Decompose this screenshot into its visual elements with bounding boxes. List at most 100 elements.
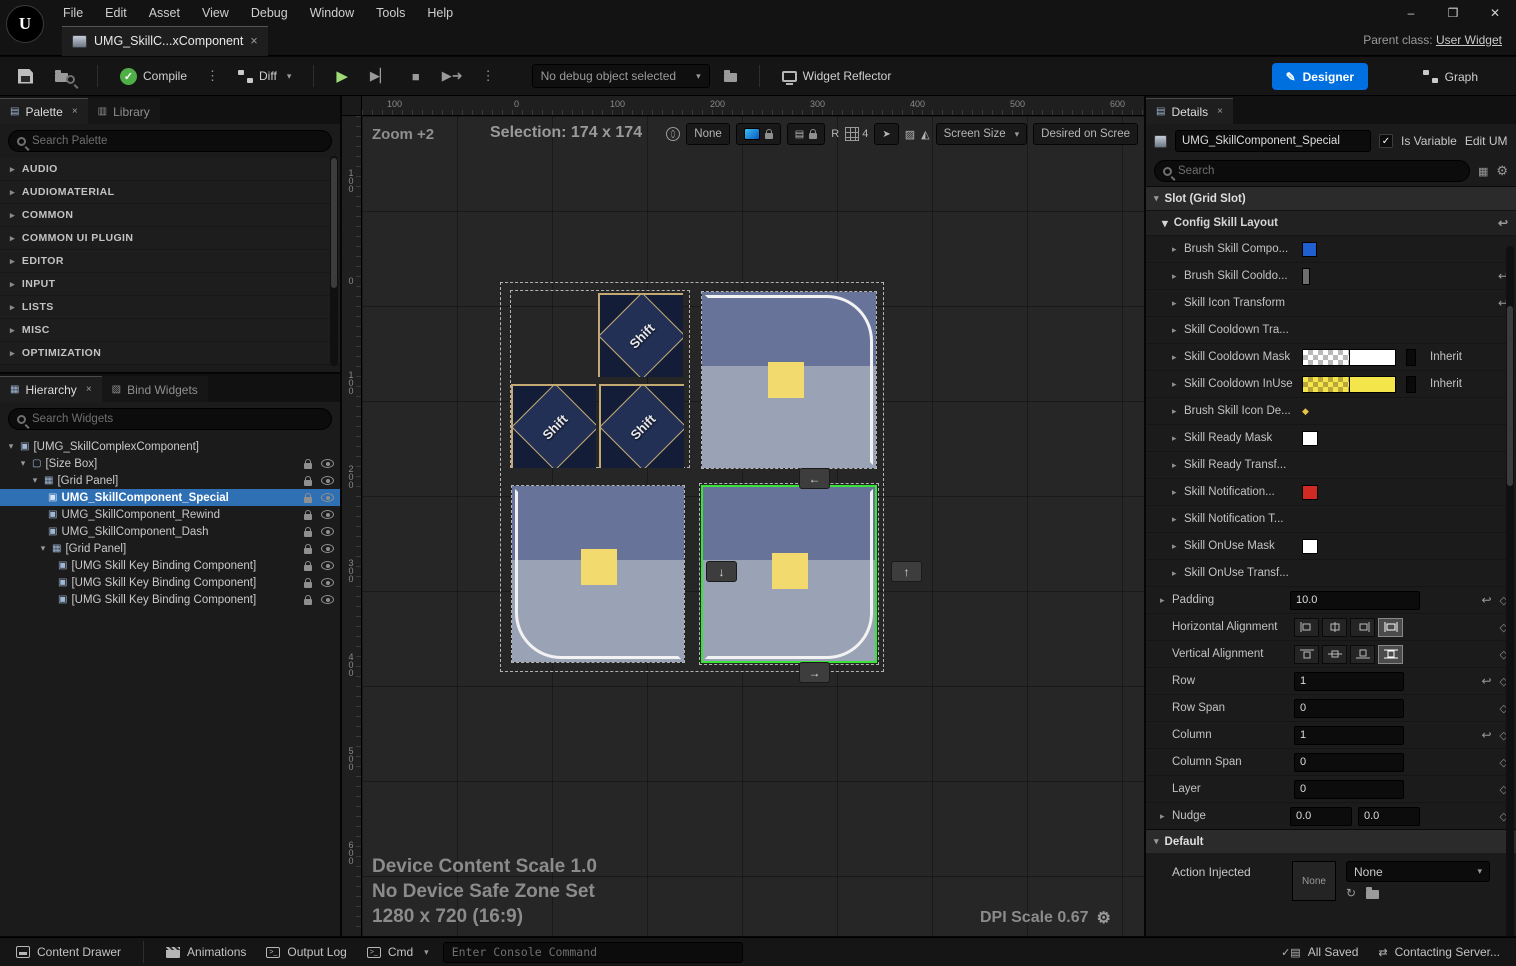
reset-icon[interactable]: ↩ [1481, 674, 1491, 688]
key-binding-widget-shift-1[interactable]: Shift [598, 293, 683, 377]
color-lock-toggle[interactable] [736, 123, 781, 145]
design-surface[interactable]: Shift Shift Shift ← ↓ ↑ → [362, 116, 1144, 936]
launch-button[interactable]: ▶➜ [434, 64, 471, 88]
valign-middle-button[interactable] [1322, 645, 1347, 664]
visibility-icon[interactable] [321, 476, 334, 485]
property-skill-notification[interactable]: ▸Skill Notification... [1146, 478, 1516, 505]
color-swatch-red[interactable] [1302, 485, 1318, 500]
property-skill-cooldown-inuse[interactable]: ▸Skill Cooldown InUse Inherit [1146, 370, 1516, 397]
menu-help[interactable]: Help [416, 0, 464, 26]
key-binding-widget-shift-3[interactable]: Shift [599, 384, 684, 468]
palette-search-input[interactable] [32, 135, 323, 147]
palette-tab-close-icon[interactable]: × [72, 106, 78, 117]
minimize-button[interactable]: – [1390, 0, 1432, 26]
halign-center-button[interactable] [1322, 618, 1347, 637]
tab-palette[interactable]: ▤ Palette × [0, 98, 88, 124]
palette-category-input[interactable]: ▸INPUT [0, 273, 340, 296]
tab-details[interactable]: ▤ Details × [1146, 98, 1233, 124]
valign-fill-button[interactable] [1378, 645, 1403, 664]
all-saved-status[interactable]: ✓▤ All Saved [1275, 945, 1364, 959]
lock-icon[interactable] [304, 531, 312, 537]
visibility-icon[interactable] [321, 510, 334, 519]
details-tab-close-icon[interactable]: × [1217, 106, 1223, 117]
property-skill-onuse-transform[interactable]: ▸Skill OnUse Transf... [1146, 559, 1516, 586]
reset-icon[interactable]: ↩ [1481, 593, 1491, 607]
debug-browse-button[interactable] [716, 66, 745, 86]
tree-row-size-box[interactable]: ▾▢ [Size Box] [0, 455, 340, 472]
output-log-button[interactable]: >_ Output Log [260, 945, 352, 959]
property-row-span[interactable]: Row Span ◇ [1146, 694, 1516, 721]
menu-view[interactable]: View [191, 0, 240, 26]
property-skill-cooldown-transform[interactable]: ▸Skill Cooldown Tra... [1146, 316, 1516, 343]
preview-background-button[interactable]: ▨ [905, 128, 915, 141]
diff-button[interactable]: Diff ▾ [230, 65, 299, 87]
action-injected-thumbnail[interactable]: None [1292, 861, 1336, 901]
browse-asset-button[interactable] [47, 65, 83, 88]
widget-name-input[interactable] [1175, 130, 1371, 152]
menu-tools[interactable]: Tools [365, 0, 416, 26]
row-input[interactable] [1294, 672, 1404, 691]
frame-skip-button[interactable]: ▶▏ [362, 64, 398, 88]
grid-snap-button[interactable]: 4 [845, 127, 868, 141]
layer-input[interactable] [1294, 780, 1404, 799]
property-vertical-alignment[interactable]: Vertical Alignment ◇ [1146, 640, 1516, 667]
column-input[interactable] [1294, 726, 1404, 745]
content-drawer-button[interactable]: Content Drawer [10, 945, 127, 959]
palette-category-editor[interactable]: ▸EDITOR [0, 250, 340, 273]
debug-object-dropdown[interactable]: No debug object selected ▾ [532, 64, 710, 88]
menu-edit[interactable]: Edit [94, 0, 138, 26]
property-brush-skill-component[interactable]: ▸Brush Skill Compo... [1146, 235, 1516, 262]
visibility-icon[interactable] [321, 459, 334, 468]
designer-canvas[interactable]: Shift Shift Shift ← ↓ ↑ → [342, 96, 1144, 936]
details-settings-gear-icon[interactable]: ⚙ [1496, 163, 1508, 179]
desired-size-dropdown[interactable]: Desired on Scree [1033, 123, 1138, 145]
stop-button[interactable]: ■ [404, 65, 428, 88]
palette-scrollbar[interactable] [330, 156, 338, 366]
hierarchy-search-input[interactable] [32, 413, 323, 425]
hierarchy-search[interactable] [8, 408, 332, 430]
animations-button[interactable]: Animations [160, 945, 252, 959]
tree-row-key-binding-1[interactable]: ▣ [UMG Skill Key Binding Component] [0, 557, 340, 574]
property-skill-ready-mask[interactable]: ▸Skill Ready Mask [1146, 424, 1516, 451]
action-injected-dropdown[interactable]: None ▾ [1346, 861, 1490, 882]
save-button[interactable] [10, 65, 41, 88]
details-search-input[interactable] [1178, 165, 1461, 177]
cmd-dropdown[interactable]: >_ Cmd ▾ [361, 945, 435, 959]
tree-row-skillcomponent-special[interactable]: ▣ UMG_SkillComponent_Special [0, 489, 340, 506]
menu-file[interactable]: File [52, 0, 94, 26]
palette-category-common[interactable]: ▸COMMON [0, 204, 340, 227]
visibility-icon[interactable] [321, 493, 334, 502]
property-skill-onuse-mask[interactable]: ▸Skill OnUse Mask [1146, 532, 1516, 559]
tree-row-skillcomponent-rewind[interactable]: ▣ UMG_SkillComponent_Rewind [0, 506, 340, 523]
palette-category-optimization[interactable]: ▸OPTIMIZATION [0, 342, 340, 365]
column-span-input[interactable] [1294, 753, 1404, 772]
graph-mode-button[interactable]: Graph [1413, 63, 1488, 90]
palette-search[interactable] [8, 130, 332, 152]
hierarchy-tab-close-icon[interactable]: × [86, 384, 92, 395]
asset-tab[interactable]: UMG_SkillC...xComponent × [62, 26, 268, 56]
property-brush-skill-icon-default[interactable]: ▸Brush Skill Icon De... ◆ [1146, 397, 1516, 424]
rotation-mode-button[interactable]: R [831, 128, 839, 140]
property-skill-cooldown-mask[interactable]: ▸Skill Cooldown Mask Inherit [1146, 343, 1516, 370]
halign-right-button[interactable] [1350, 618, 1375, 637]
designer-mode-button[interactable]: ✎ Designer [1272, 63, 1368, 90]
menu-debug[interactable]: Debug [240, 0, 299, 26]
color-swatch-white[interactable] [1302, 539, 1318, 554]
browse-to-asset-icon[interactable] [1366, 890, 1379, 899]
yellow-diamond-icon[interactable]: ◆ [1302, 406, 1309, 417]
dpi-settings-gear-icon[interactable]: ⚙ [1097, 908, 1111, 928]
property-column-span[interactable]: Column Span ◇ [1146, 748, 1516, 775]
nudge-up-arrow-button[interactable]: ↑ [891, 561, 922, 582]
section-config-skill-layout[interactable]: ▾Config Skill Layout ↩ [1146, 210, 1516, 235]
valign-top-button[interactable] [1294, 645, 1319, 664]
nudge-down-arrow-button[interactable]: ↓ [706, 561, 737, 582]
visibility-icon[interactable] [321, 527, 334, 536]
color-swatch-blue[interactable] [1302, 242, 1317, 257]
cursor-mode-button[interactable]: ➤ [874, 123, 898, 145]
tree-row-root[interactable]: ▾▣ [UMG_SkillComplexComponent] [0, 438, 340, 455]
anchor-none-dropdown[interactable]: None [686, 123, 730, 145]
tree-row-grid-panel-2[interactable]: ▾▦ [Grid Panel] [0, 540, 340, 557]
palette-category-misc[interactable]: ▸MISC [0, 319, 340, 342]
tree-row-grid-panel[interactable]: ▾▦ [Grid Panel] [0, 472, 340, 489]
menu-window[interactable]: Window [299, 0, 365, 26]
